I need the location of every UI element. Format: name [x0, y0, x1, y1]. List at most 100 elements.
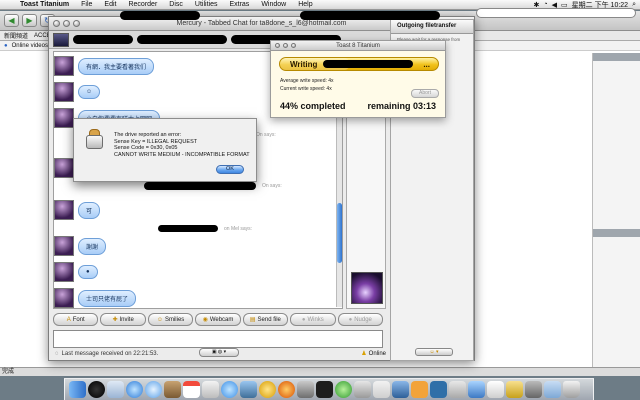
imovie-icon[interactable]	[259, 381, 276, 398]
send-file-button[interactable]: ▤ Send file	[242, 313, 289, 326]
app-icon[interactable]	[487, 381, 504, 398]
webcam-button-label: Webcam	[209, 316, 234, 323]
safari-icon[interactable]	[126, 381, 143, 398]
message-row: on Mel says:	[158, 225, 252, 232]
ok-button[interactable]: OK	[216, 165, 244, 174]
message-bubble: ●	[78, 265, 98, 279]
message-bubble: 有網．我主要看著我们	[78, 57, 155, 75]
app-icon[interactable]	[449, 381, 466, 398]
pane-bar	[593, 53, 640, 61]
bookmark-item[interactable]: 新聞頻道	[4, 31, 28, 40]
webcam-icon: ◉	[202, 317, 208, 323]
finder-icon[interactable]	[69, 381, 86, 398]
mail-icon[interactable]	[107, 381, 124, 398]
winks-button-label: Winks	[307, 316, 324, 323]
wifi-icon[interactable]: ◔	[543, 1, 547, 8]
scroll-thumb[interactable]	[337, 203, 342, 263]
menu-recorder[interactable]: Recorder	[122, 1, 163, 8]
winks-button[interactable]: ● Winks	[290, 313, 336, 326]
toast-window-title: Toast 8 Titanium	[336, 42, 380, 49]
redacted-message	[158, 225, 218, 232]
menu-help[interactable]: Help	[292, 1, 318, 8]
toast-progress-window: Toast 8 Titanium Writing ... Average wri…	[270, 40, 446, 118]
back-icon[interactable]: ◀	[4, 14, 19, 27]
writing-ellipsis: ...	[423, 59, 430, 69]
globe-icon: ●	[4, 42, 8, 49]
buddy-avatar	[54, 56, 74, 76]
forward-icon[interactable]: ▶	[22, 14, 37, 27]
preview-icon[interactable]	[202, 381, 219, 398]
terminal-icon[interactable]	[316, 381, 333, 398]
buddy-avatar	[54, 82, 74, 102]
menu-edit[interactable]: Edit	[98, 1, 122, 8]
message-row: On says:	[254, 132, 276, 138]
menu-app-name[interactable]: Toast Titanium	[14, 1, 75, 8]
app-icon[interactable]	[506, 381, 523, 398]
font-button[interactable]: A Font	[53, 313, 99, 326]
info-icon: ◌	[55, 351, 59, 357]
buddy-display-picture[interactable]	[351, 272, 383, 304]
illustrator-icon[interactable]	[411, 381, 428, 398]
browser-status: 完成	[0, 367, 640, 376]
browser-search-field[interactable]	[476, 8, 636, 18]
alert-message: The drive reported an error: Sense Key =…	[114, 132, 250, 158]
writing-progress-bar: Writing ...	[279, 57, 439, 71]
transfer-control-button[interactable]: ☺ ▾	[415, 348, 453, 356]
menu-extras[interactable]: Extras	[223, 1, 255, 8]
invite-button[interactable]: ✚ Invite	[100, 313, 146, 326]
message-bubble: ☺	[78, 85, 101, 99]
toaster-icon	[82, 129, 106, 153]
menu-disc[interactable]: Disc	[163, 1, 189, 8]
menu-file[interactable]: File	[75, 1, 98, 8]
menu-utilities[interactable]: Utilities	[189, 1, 224, 8]
message-stamp: on Mel says:	[224, 225, 253, 232]
message-row: 謝謝	[54, 236, 107, 256]
app-icon[interactable]	[525, 381, 542, 398]
smilies-button[interactable]: ☺ Smilies	[147, 313, 194, 326]
writing-label: Writing	[290, 59, 318, 69]
folder-icon[interactable]	[544, 381, 561, 398]
font-button-label: Font	[72, 316, 85, 323]
app-icon[interactable]	[373, 381, 390, 398]
online-status[interactable]: ♟ Online	[361, 350, 386, 358]
menu-window[interactable]: Window	[255, 1, 292, 8]
trash-icon[interactable]	[563, 381, 580, 398]
photoshop-icon[interactable]	[430, 381, 447, 398]
app-icon[interactable]	[468, 381, 485, 398]
nudge-button[interactable]: ● Nudge	[337, 313, 383, 326]
message-stamp: On says:	[256, 132, 276, 138]
invite-icon: ✚	[112, 317, 118, 323]
message-bubble: 謝謝	[78, 237, 107, 255]
redacted-message	[144, 182, 256, 190]
filetransfer-header: Outgoing filetransfer	[391, 20, 473, 34]
format-controls[interactable]: ▣ ◍ ▾	[199, 348, 239, 357]
message-row: ☺	[54, 82, 101, 102]
redacted-disc-name	[323, 60, 414, 68]
ical-icon[interactable]	[183, 381, 200, 398]
message-input[interactable]	[53, 330, 383, 348]
toast-titlebar[interactable]: Toast 8 Titanium	[271, 41, 445, 51]
toast-icon[interactable]	[354, 381, 371, 398]
address-book-icon[interactable]	[164, 381, 181, 398]
write-speeds: Average write speed: 4x Current write sp…	[280, 77, 334, 93]
winks-icon: ●	[301, 316, 306, 323]
smilies-button-label: Smilies	[164, 316, 185, 323]
app-icon[interactable]	[392, 381, 409, 398]
system-prefs-icon[interactable]	[297, 381, 314, 398]
firefox-icon[interactable]	[278, 381, 295, 398]
ichat-icon[interactable]	[145, 381, 162, 398]
abort-button[interactable]: Abort	[411, 89, 439, 98]
itunes-icon[interactable]	[221, 381, 238, 398]
msn-icon[interactable]	[335, 381, 352, 398]
webcam-button[interactable]: ◉ Webcam	[195, 313, 241, 326]
chat-tab[interactable]	[53, 32, 69, 47]
iphoto-icon[interactable]	[240, 381, 257, 398]
redacted-title-area	[120, 11, 200, 20]
message-row: On says:	[144, 182, 282, 190]
dashboard-icon[interactable]	[88, 381, 105, 398]
pane-bar	[593, 229, 640, 237]
message-row: ●	[54, 262, 98, 282]
buddy-avatar	[54, 200, 74, 220]
message-bubble: 可	[78, 201, 101, 219]
time-remaining: remaining 03:13	[367, 101, 436, 111]
